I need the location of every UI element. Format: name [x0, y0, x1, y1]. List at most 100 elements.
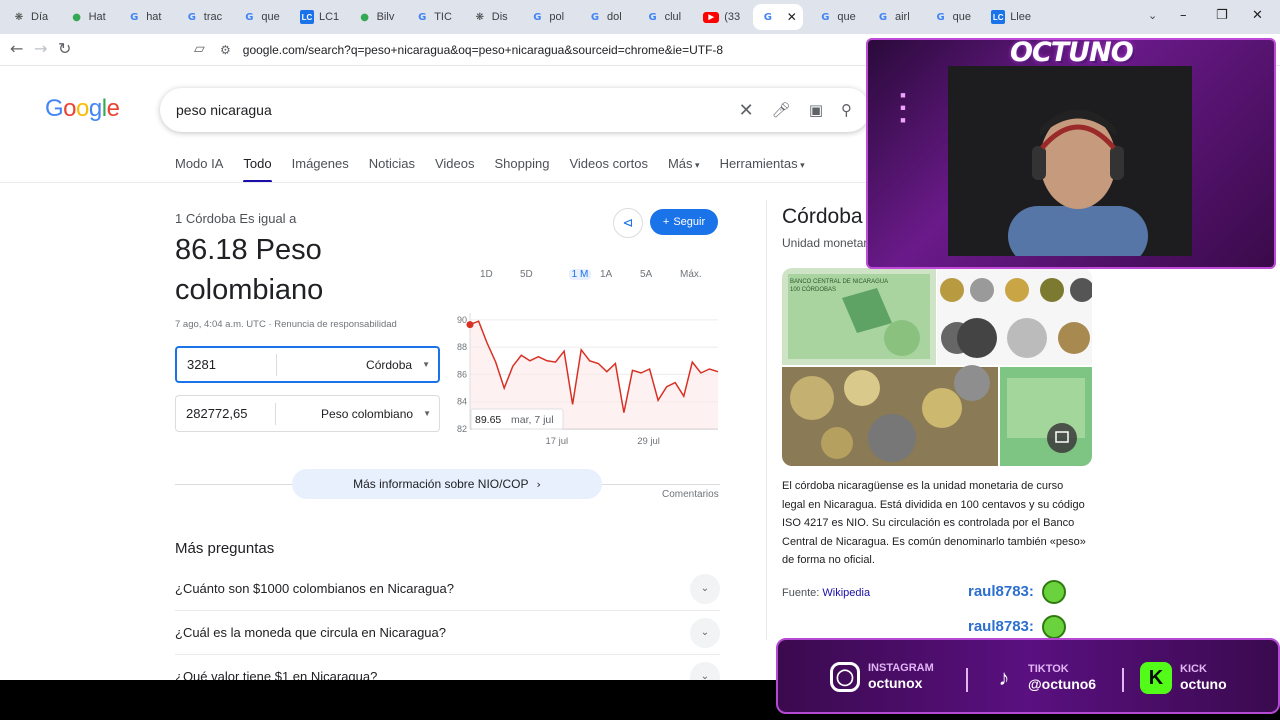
more-questions-title: Más preguntas [175, 540, 275, 557]
question-item[interactable]: ¿Cuál es la moneda que circula en Nicara… [175, 611, 720, 655]
social-handle: octunox [868, 675, 923, 691]
tab-search-chevron-icon[interactable]: ⌄ [1148, 9, 1157, 22]
browser-tab[interactable]: Gque [926, 4, 982, 30]
currency-image-collage[interactable]: BANCO CENTRAL DE NICARAGUA 100 CÓRDOBAS [782, 268, 1092, 466]
close-window-icon[interactable]: ✕ [1252, 8, 1263, 23]
range-tab[interactable]: 1A [600, 269, 640, 280]
microphone-icon[interactable]: 🎤︎ [772, 101, 791, 119]
lc-icon: LC [300, 10, 314, 24]
search-tab[interactable]: Más ▾ [668, 156, 700, 183]
google-icon: G [648, 11, 657, 23]
bookmark-icon[interactable]: ▱ [194, 41, 205, 57]
browser-tab[interactable]: Gque [810, 4, 866, 30]
browser-tab[interactable]: ● Hat [62, 4, 118, 30]
omnibox[interactable]: ⚙ google.com/search?q=peso+nicaragua&oq=… [220, 38, 920, 62]
restore-icon[interactable]: ❐ [1216, 8, 1228, 23]
google-icon: G [763, 11, 772, 23]
back-icon[interactable]: ← [10, 39, 23, 58]
search-tab[interactable]: Noticias [369, 156, 415, 183]
chevron-down-icon[interactable]: ⌄ [690, 661, 720, 680]
browser-tab[interactable]: ❋ Dis [465, 4, 521, 30]
banknote-bank-label: BANCO CENTRAL DE NICARAGUA [790, 279, 888, 285]
minimize-icon[interactable]: – [1180, 8, 1187, 23]
search-tab[interactable]: Todo [243, 156, 272, 183]
browser-tab[interactable]: Gairl [868, 4, 924, 30]
search-input[interactable]: peso nicaragua [176, 102, 739, 118]
chevron-down-icon[interactable]: ⌄ [690, 573, 720, 604]
tab-title: pol [549, 11, 565, 23]
x-tick-label: 17 jul [545, 436, 568, 447]
range-tab[interactable]: 5A [640, 269, 680, 280]
search-icon[interactable]: ⚲ [841, 101, 852, 119]
panel-subtitle: Unidad monetaria [782, 236, 877, 250]
browser-tab[interactable]: G ✕ [752, 4, 803, 30]
clear-icon[interactable]: ✕ [739, 100, 754, 121]
more-info-button[interactable]: Más información sobre NIO/COP › [292, 469, 602, 499]
frog-emote-icon [1041, 614, 1066, 639]
kick-icon: K [1140, 662, 1172, 694]
share-button[interactable]: ⊲ [613, 208, 643, 238]
browser-tab[interactable]: ● Bilv [350, 4, 406, 30]
tab-title: dol [607, 11, 622, 23]
search-tab[interactable]: Imágenes [292, 156, 349, 183]
tab-title: TIC [434, 11, 452, 23]
youtube-icon: ▶ [703, 11, 720, 23]
search-tab[interactable]: Shopping [494, 156, 549, 183]
tabs-divider [0, 182, 870, 183]
google-logo[interactable]: Google [45, 95, 120, 123]
social-handle: @octuno6 [1028, 676, 1097, 692]
chevron-down-icon[interactable]: ⌄ [690, 617, 720, 648]
question-item[interactable]: ¿Qué valor tiene $1 en Nicaragua? ⌄ [175, 655, 720, 680]
feedback-link[interactable]: Comentarios [662, 489, 719, 500]
search-tab[interactable]: Videos cortos [569, 156, 648, 183]
search-box[interactable]: peso nicaragua ✕ 🎤︎ ▣ ⚲ [160, 88, 870, 132]
to-amount-input[interactable]: 282772,65 [176, 402, 276, 425]
instagram-icon: ◯ [830, 662, 860, 692]
panel-title: Córdoba [782, 205, 863, 228]
tab-close-icon[interactable]: ✕ [787, 10, 797, 24]
browser-tab[interactable]: LC LC1 [292, 4, 348, 30]
from-amount-row: 3281 Córdoba ▼ [175, 346, 440, 383]
range-tab[interactable]: 1D [480, 269, 520, 280]
search-tab-label: Videos cortos [569, 156, 648, 171]
range-tab[interactable]: Máx. [680, 269, 720, 280]
wikipedia-link[interactable]: Wikipedia [822, 587, 870, 599]
webcam-video [948, 66, 1192, 256]
browser-tab[interactable]: ▶ (33 [695, 4, 751, 30]
browser-tab[interactable]: Gtrac [177, 4, 233, 30]
tab-title: Llee [1010, 11, 1031, 23]
forward-icon[interactable]: → [34, 39, 47, 58]
social-network: KICK [1180, 663, 1207, 675]
from-amount-input[interactable]: 3281 [177, 353, 277, 376]
to-currency-select[interactable]: Peso colombiano [276, 407, 423, 421]
search-tab[interactable]: Videos [435, 156, 475, 183]
y-tick-label: 88 [457, 342, 467, 352]
y-tick-label: 84 [457, 397, 467, 407]
browser-tab[interactable]: Gdol [580, 4, 636, 30]
google-icon: G [187, 11, 196, 23]
browser-tab[interactable]: Gpol [522, 4, 578, 30]
browser-tab[interactable]: LC Llee [983, 4, 1039, 30]
search-tab[interactable]: Herramientas ▾ [720, 156, 805, 183]
question-item[interactable]: ¿Cuánto son $1000 colombianos en Nicarag… [175, 567, 720, 611]
social-network: TIKTOK [1028, 663, 1069, 675]
from-currency-select[interactable]: Córdoba [277, 358, 422, 372]
browser-tab[interactable]: ❋ Día [4, 4, 60, 30]
browser-tab[interactable]: Ghat [119, 4, 175, 30]
browser-tab[interactable]: G TIC [407, 4, 463, 30]
dropdown-arrow-icon[interactable]: ▼ [423, 409, 431, 418]
follow-button[interactable]: + Seguir [650, 209, 718, 235]
instagram-badge: ◯ INSTAGRAM octunox [830, 662, 934, 692]
range-tab[interactable]: 5D [520, 269, 560, 280]
tab-title: Bilv [376, 11, 395, 23]
site-info-icon[interactable]: ⚙ [220, 43, 231, 57]
dropdown-arrow-icon[interactable]: ▼ [422, 360, 430, 369]
range-tab[interactable]: 1 M [569, 269, 591, 280]
browser-tab[interactable]: Gclul [638, 4, 694, 30]
browser-tab[interactable]: Gque [234, 4, 290, 30]
google-icon: G [533, 11, 542, 23]
camera-search-icon[interactable]: ▣ [809, 101, 823, 119]
search-tab[interactable]: Modo IA [175, 156, 223, 183]
logo-letter: o [76, 95, 89, 122]
reload-icon[interactable]: ↻ [58, 39, 71, 58]
